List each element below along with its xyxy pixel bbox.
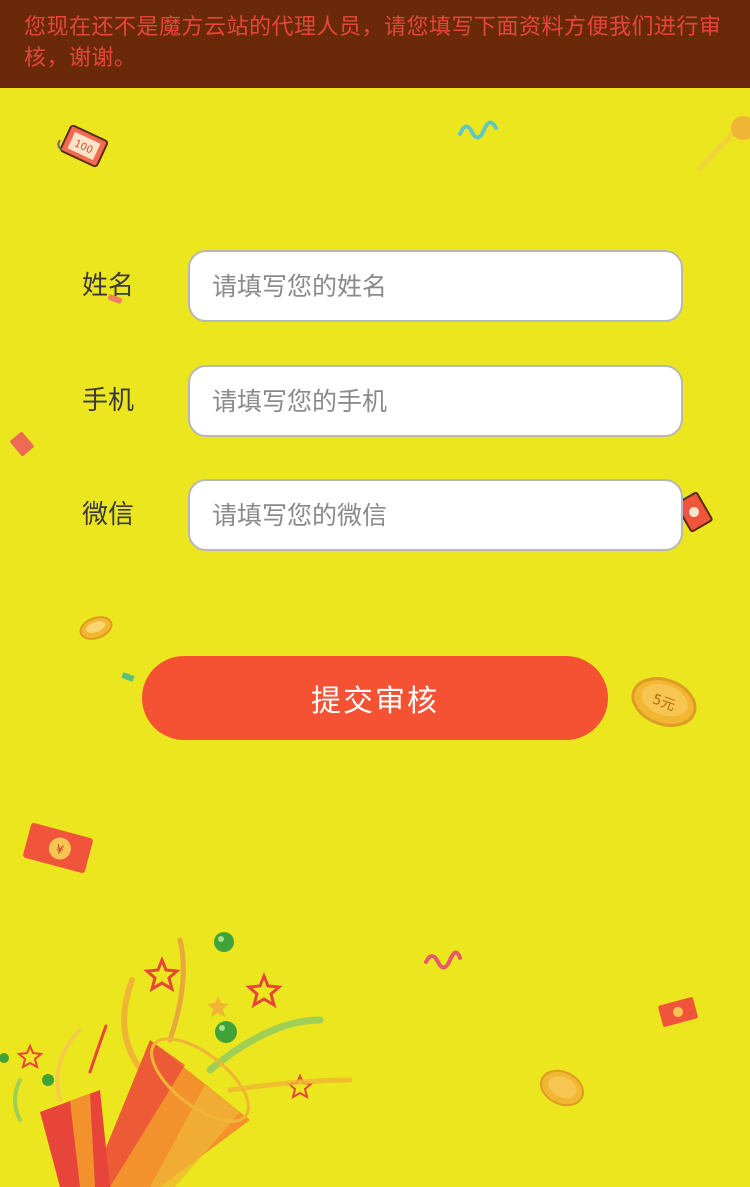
star-icon <box>245 971 283 1009</box>
squiggle-icon <box>458 120 498 140</box>
name-label: 姓名 <box>82 271 135 301</box>
coin-icon: 5元 <box>631 677 697 727</box>
banknote-icon: 100 <box>59 124 109 168</box>
bead-icon <box>215 1021 237 1043</box>
wechat-label: 微信 <box>82 500 135 530</box>
envelope-icon <box>658 997 698 1027</box>
name-input[interactable] <box>188 250 683 322</box>
squiggle-icon <box>424 950 462 970</box>
coin-icon <box>79 616 113 640</box>
wechat-row: 微信 <box>0 479 750 551</box>
confetti-decoration: 100 5元 ¥ <box>0 116 750 1187</box>
submit-review-button[interactable]: 提交审核 <box>142 656 608 740</box>
name-row: 姓名 <box>0 250 750 322</box>
star-icon <box>143 955 181 993</box>
envelope-icon: ¥ <box>23 823 93 873</box>
agent-notice-banner: 您现在还不是魔方云站的代理人员，请您填写下面资料方便我们进行审核，谢谢。 <box>0 0 750 88</box>
phone-input[interactable] <box>188 365 683 437</box>
phone-label: 手机 <box>82 386 135 416</box>
party-popper-icon <box>40 1090 110 1187</box>
coin-icon <box>539 1069 585 1107</box>
phone-row: 手机 <box>0 365 750 437</box>
notice-text: 您现在还不是魔方云站的代理人员，请您填写下面资料方便我们进行审核，谢谢。 <box>24 15 722 71</box>
wechat-input[interactable] <box>188 479 683 551</box>
bead-icon <box>214 932 234 952</box>
